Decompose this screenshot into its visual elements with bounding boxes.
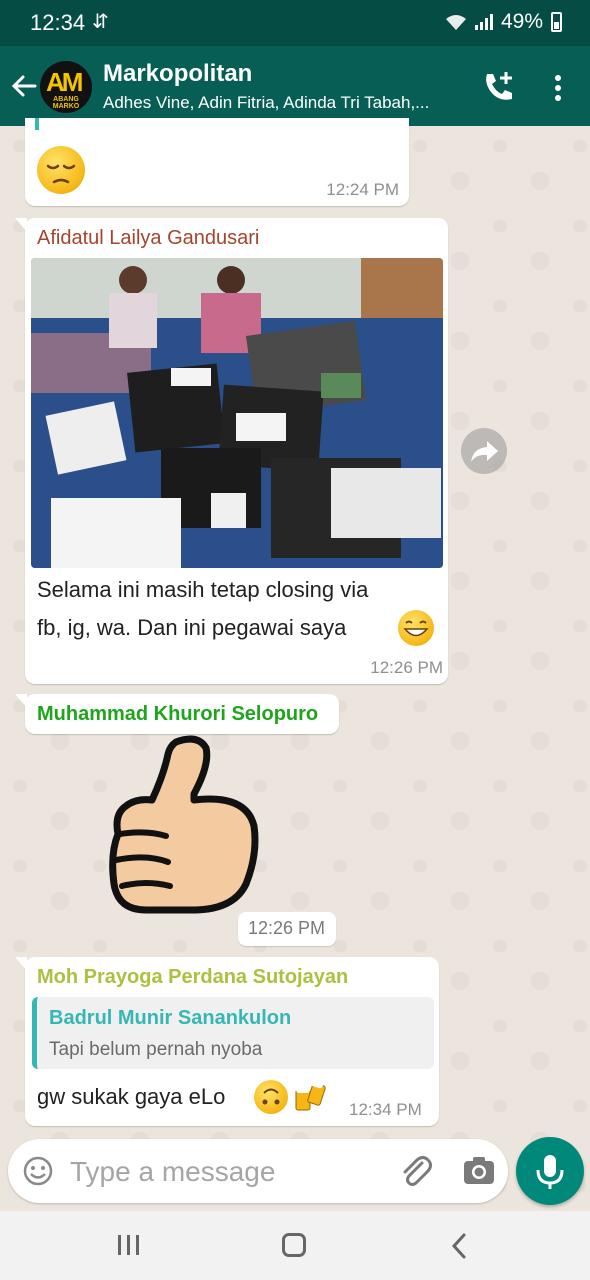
quote-bar-partial [35, 118, 39, 130]
group-avatar[interactable]: AM ABANG MARKO [40, 61, 92, 113]
message-text: Selama ini masih tetap closing via [37, 577, 369, 602]
message-bubble[interactable]: Afidatul Lailya Gandusari Selama ini mas… [15, 218, 448, 684]
message-time: 12:26 PM [248, 918, 326, 938]
sender-name[interactable]: Moh Prayoga Perdana Sutojayan [37, 966, 348, 989]
battery-percent: 49% [500, 10, 543, 33]
message-input[interactable]: Type a message [70, 1156, 275, 1188]
message-bubble[interactable]: 12:24 PM [25, 118, 409, 206]
message-time: 12:26 PM [370, 658, 443, 677]
home-icon[interactable] [282, 1233, 306, 1257]
beer-mugs-emoji [295, 1079, 326, 1111]
chat-header: AM ABANG MARKO Markopolitan Adhes Vine, … [0, 46, 590, 126]
quote-text: Tapi belum pernah nyoba [49, 1039, 263, 1060]
grinning-face-emoji [398, 610, 434, 646]
more-options-icon[interactable] [552, 74, 564, 102]
sender-name[interactable]: Muhammad Khurori Selopuro [37, 703, 318, 726]
quote-author: Badrul Munir Sanankulon [49, 1007, 292, 1029]
status-time: 12:34 [30, 10, 86, 35]
message-photo[interactable] [31, 258, 443, 568]
status-bar: 12:34 ⇵ 49% [0, 0, 590, 46]
status-indicators: 49% [445, 10, 562, 34]
signal-icon [474, 14, 493, 30]
microphone-icon [536, 1155, 564, 1189]
sender-label-bubble[interactable]: Muhammad Khurori Selopuro [15, 694, 339, 734]
battery-icon [551, 12, 562, 32]
forward-button[interactable] [461, 428, 507, 474]
recent-apps-icon[interactable] [116, 1234, 142, 1256]
upside-down-face-emoji [254, 1080, 288, 1114]
bubble-tail [15, 218, 27, 232]
quoted-message[interactable]: Badrul Munir Sanankulon Tapi belum perna… [32, 997, 434, 1069]
sticker-time-pill: 12:26 PM [238, 912, 336, 946]
sender-name[interactable]: Afidatul Lailya Gandusari [37, 227, 259, 250]
message-time: 12:34 PM [349, 1100, 422, 1119]
voice-record-button[interactable] [516, 1137, 584, 1205]
emoji-icon[interactable] [22, 1155, 54, 1187]
sync-icon: ⇵ [92, 11, 109, 33]
message-time: 12:24 PM [326, 180, 399, 199]
attach-icon[interactable] [398, 1153, 432, 1189]
message-text: fb, ig, wa. Dan ini pegawai saya [37, 615, 347, 640]
message-text: gw sukak gaya eLo [37, 1084, 226, 1109]
avatar-logo-text: AM [46, 67, 83, 97]
add-call-icon[interactable] [482, 70, 516, 104]
thumbs-up-sticker[interactable] [106, 734, 266, 919]
group-members[interactable]: Adhes Vine, Adin Fitria, Adinda Tri Taba… [103, 93, 463, 113]
wifi-icon [445, 15, 466, 30]
camera-icon[interactable] [462, 1156, 496, 1186]
nav-back-icon[interactable] [450, 1232, 468, 1260]
bubble-tail [15, 694, 27, 708]
group-name[interactable]: Markopolitan [103, 60, 252, 88]
bubble-tail [15, 957, 27, 971]
forward-icon [471, 441, 498, 462]
pensive-face-emoji [37, 146, 85, 194]
back-arrow-icon[interactable] [10, 72, 38, 100]
avatar-logo-subtext: ABANG MARKO [52, 96, 80, 110]
